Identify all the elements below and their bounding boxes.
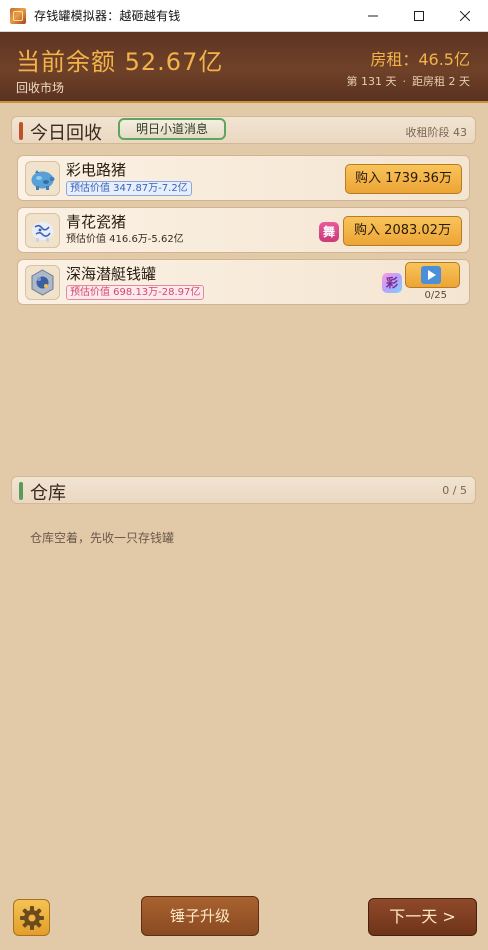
rent-countdown: 距房租 2 天 <box>412 75 470 88</box>
play-icon <box>421 266 441 284</box>
warehouse-section-header: 仓库 0 / 5 <box>11 476 476 504</box>
minimize-icon <box>368 15 378 17</box>
rainbow-pig-icon <box>25 161 60 196</box>
watch-ad-button[interactable] <box>405 262 460 288</box>
recycle-section-header: 今日回收 明日小道消息 收租阶段 43 <box>11 116 476 144</box>
separator-dot: · <box>402 75 407 88</box>
recycle-item: 彩电路猪 预估价值 347.87万-7.2亿 购入 1739.36万 <box>17 155 470 201</box>
maximize-button[interactable] <box>396 0 442 32</box>
ad-count: 0/25 <box>424 290 447 301</box>
gear-icon <box>20 906 44 930</box>
hammer-upgrade-button[interactable]: 锤子升级 <box>141 896 259 936</box>
balance-display: 当前余额 52.67亿 <box>16 48 224 76</box>
buy-button[interactable]: 购入 2083.02万 <box>343 216 462 246</box>
next-day-button[interactable]: 下一天 > <box>368 898 477 936</box>
app-icon <box>10 7 26 24</box>
dance-badge: 舞 <box>319 222 339 242</box>
window-title: 存钱罐模拟器：越砸越有钱 <box>34 9 181 23</box>
recycle-title: 今日回收 <box>30 123 102 144</box>
warehouse-title: 仓库 <box>30 483 66 504</box>
status-header: 当前余额 52.67亿 回收市场 房租：46.5亿 第 131 天 · 距房租 2 … <box>0 32 488 103</box>
rent-stage: 收租阶段 43 <box>405 126 468 139</box>
item-estimate: 预估价值 416.6万-5.62亿 <box>66 234 184 245</box>
day-info: 第 131 天 · 距房租 2 天 <box>347 73 471 89</box>
tomorrow-tip-button[interactable]: 明日小道消息 <box>118 118 226 140</box>
page-subtitle: 回收市场 <box>16 81 65 95</box>
submarine-bank-icon <box>25 265 60 300</box>
section-accent-bar <box>19 482 23 500</box>
item-estimate: 预估价值 698.13万-28.97亿 <box>66 285 205 300</box>
day-counter: 第 131 天 <box>346 75 397 88</box>
recycle-item: 深海潜艇钱罐 预估价值 698.13万-28.97亿 彩 0/25 <box>17 259 470 305</box>
rent-display: 房租：46.5亿 <box>370 50 470 69</box>
porcelain-pig-icon <box>25 213 60 248</box>
maximize-icon <box>414 11 424 21</box>
close-button[interactable] <box>442 0 488 32</box>
section-accent-bar <box>19 122 23 140</box>
window-titlebar: 存钱罐模拟器：越砸越有钱 <box>0 0 488 32</box>
recycle-item: 青花瓷猪 预估价值 416.6万-5.62亿 舞 购入 2083.02万 <box>17 207 470 253</box>
item-name: 青花瓷猪 <box>66 213 127 231</box>
settings-button[interactable] <box>13 899 50 936</box>
item-estimate: 预估价值 347.87万-7.2亿 <box>66 181 192 196</box>
close-icon <box>460 11 470 21</box>
buy-button[interactable]: 购入 1739.36万 <box>345 164 462 194</box>
minimize-button[interactable] <box>350 0 396 32</box>
item-name: 彩电路猪 <box>66 161 127 179</box>
warehouse-capacity: 0 / 5 <box>442 484 467 497</box>
rainbow-badge: 彩 <box>382 273 402 293</box>
item-name: 深海潜艇钱罐 <box>66 265 157 283</box>
warehouse-empty-message: 仓库空着，先收一只存钱罐 <box>30 531 175 545</box>
